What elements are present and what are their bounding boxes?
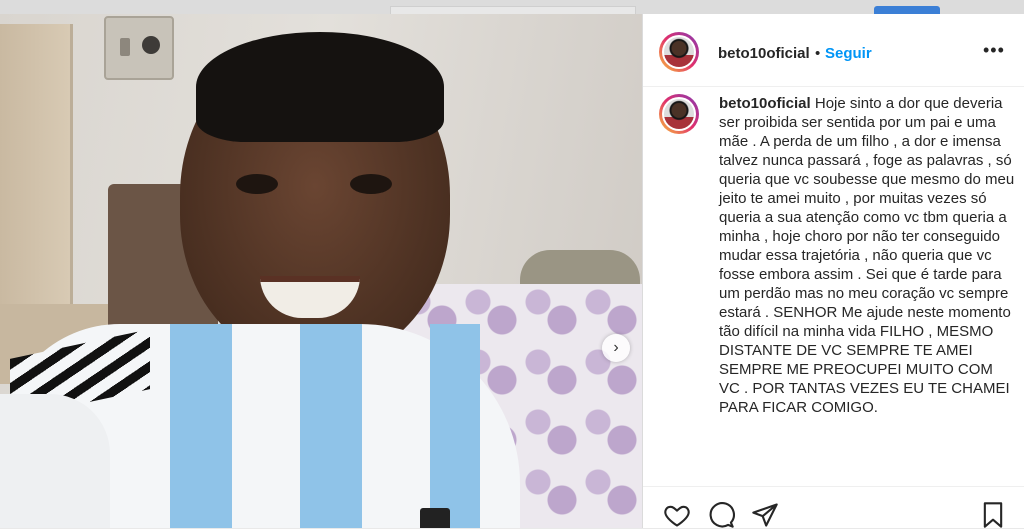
light-switch [104, 16, 174, 80]
photo-arm [0, 394, 110, 528]
separator-dot: • [815, 45, 821, 62]
caption-comment: beto10oficial Hoje sinto a dor que dever… [643, 86, 1024, 486]
carousel-next-button[interactable]: › [602, 334, 630, 362]
avatar[interactable] [659, 94, 699, 134]
post-actions [643, 486, 1024, 529]
post-side-panel: beto10oficial • Seguir ••• beto10oficial… [642, 14, 1024, 528]
post-header: beto10oficial • Seguir ••• [643, 14, 1024, 87]
comment-icon[interactable] [707, 501, 735, 529]
caption-text: beto10oficial Hoje sinto a dor que dever… [719, 94, 1015, 417]
header-username[interactable]: beto10oficial [718, 45, 810, 62]
follow-button[interactable]: Seguir [825, 45, 872, 62]
more-options-icon[interactable]: ••• [983, 40, 1005, 61]
paper-plane-icon[interactable] [751, 501, 779, 529]
browser-top-strip [0, 0, 1024, 15]
bookmark-icon[interactable] [979, 501, 1007, 529]
caption-username[interactable]: beto10oficial [719, 95, 811, 112]
heart-icon[interactable] [663, 501, 691, 529]
post-photo[interactable]: › [0, 14, 642, 528]
caption-body: Hoje sinto a dor que deveria ser proibid… [719, 95, 1015, 416]
browser-button[interactable] [874, 6, 940, 14]
avatar[interactable] [659, 32, 699, 72]
